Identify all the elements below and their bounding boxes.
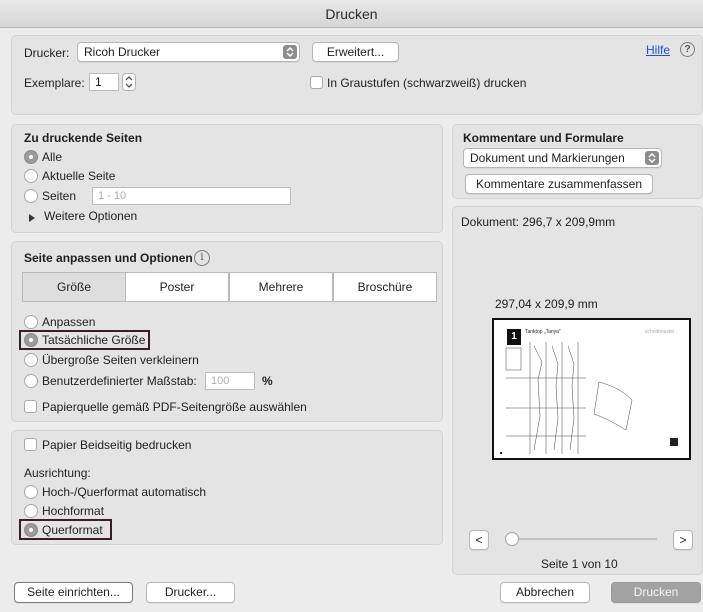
printer-label: Drucker: [24, 46, 70, 60]
orientation-auto-label: Hoch-/Querformat automatisch [42, 485, 207, 499]
advanced-button[interactable]: Erweitert... [312, 42, 399, 62]
fit-adjust-radio[interactable] [24, 315, 38, 329]
copies-label: Exemplare: [24, 76, 85, 90]
help-icon[interactable]: ? [680, 42, 695, 57]
pages-current-label: Aktuelle Seite [42, 169, 116, 183]
orientation-label: Ausrichtung: [24, 466, 91, 480]
summarize-comments-button[interactable]: Kommentare zusammenfassen [465, 174, 653, 194]
pattern-drawing [500, 342, 678, 454]
chevron-updown-icon [283, 45, 297, 59]
orientation-landscape-label: Querformat [42, 523, 103, 537]
disclosure-triangle-icon[interactable] [28, 212, 36, 226]
duplex-checkbox[interactable] [24, 438, 37, 451]
pages-range-input[interactable]: 1 - 10 [92, 187, 291, 205]
orientation-portrait-label: Hochformat [42, 504, 105, 518]
grayscale-label: In Graustufen (schwarzweiß) drucken [327, 76, 527, 90]
page-slider-handle[interactable] [505, 532, 519, 546]
pages-current-radio[interactable] [24, 169, 38, 183]
pages-all-radio[interactable] [24, 150, 38, 164]
next-page-button[interactable]: > [673, 530, 693, 550]
pages-range-radio[interactable] [24, 189, 38, 203]
copies-stepper[interactable] [122, 73, 136, 91]
pages-title: Zu druckende Seiten [24, 131, 143, 145]
paper-source-checkbox[interactable] [24, 400, 37, 413]
printer-select[interactable]: Ricoh Drucker [77, 42, 300, 62]
chevron-updown-icon [645, 151, 659, 165]
document-size: Dokument: 296,7 x 209,9mm [461, 215, 616, 229]
copies-input[interactable]: 1 [89, 73, 119, 91]
tab-poster[interactable]: Poster [125, 272, 229, 302]
info-icon[interactable]: i [194, 250, 210, 266]
window-title: Drucken [0, 0, 703, 28]
printer-select-value: Ricoh Drucker [84, 45, 161, 59]
fit-actual-size-label: Tatsächliche Größe [42, 333, 146, 347]
tab-booklet[interactable]: Broschüre [333, 272, 437, 302]
pages-range-label: Seiten [42, 189, 77, 203]
fit-adjust-label: Anpassen [42, 315, 96, 329]
fit-actual-size-radio[interactable] [24, 333, 38, 347]
fit-title: Seite anpassen und Optionen [24, 251, 193, 265]
fit-custom-scale-label: Benutzerdefinierter Maßstab: [42, 374, 197, 388]
page-indicator: Seite 1 von 10 [541, 557, 618, 571]
comments-select-value: Dokument und Markierungen [470, 151, 625, 165]
orientation-portrait-radio[interactable] [24, 504, 38, 518]
tab-multiple[interactable]: Mehrere [229, 272, 333, 302]
pages-all-label: Alle [42, 150, 63, 164]
paper-source-label: Papierquelle gemäß PDF-Seitengröße auswä… [42, 400, 307, 414]
page-setup-button[interactable]: Seite einrichten... [14, 582, 133, 603]
help-link[interactable]: Hilfe [646, 43, 670, 57]
duplex-label: Papier Beidseitig bedrucken [42, 438, 192, 452]
fit-shrink-label: Übergroße Seiten verkleinern [42, 353, 199, 367]
print-button[interactable]: Drucken [611, 582, 701, 603]
page-size: 297,04 x 209,9 mm [495, 297, 598, 311]
page-slider-track[interactable] [512, 538, 657, 540]
comments-title: Kommentare und Formulare [463, 131, 624, 145]
printer-button[interactable]: Drucker... [146, 582, 235, 603]
fit-shrink-radio[interactable] [24, 353, 38, 367]
scale-unit: % [262, 374, 273, 388]
tab-size[interactable]: Größe [22, 272, 126, 302]
fit-custom-scale-radio[interactable] [24, 374, 38, 388]
grayscale-checkbox[interactable] [310, 76, 323, 89]
orientation-landscape-radio[interactable] [24, 523, 38, 537]
prev-page-button[interactable]: < [469, 530, 489, 550]
scale-input[interactable]: 100 [205, 372, 255, 390]
cancel-button[interactable]: Abbrechen [500, 582, 590, 603]
orientation-auto-radio[interactable] [24, 485, 38, 499]
comments-select[interactable]: Dokument und Markierungen [463, 148, 662, 168]
more-options-label[interactable]: Weitere Optionen [44, 209, 137, 223]
page-preview: 1 Tanktop „Tanya“ schnittmuster [492, 318, 691, 460]
